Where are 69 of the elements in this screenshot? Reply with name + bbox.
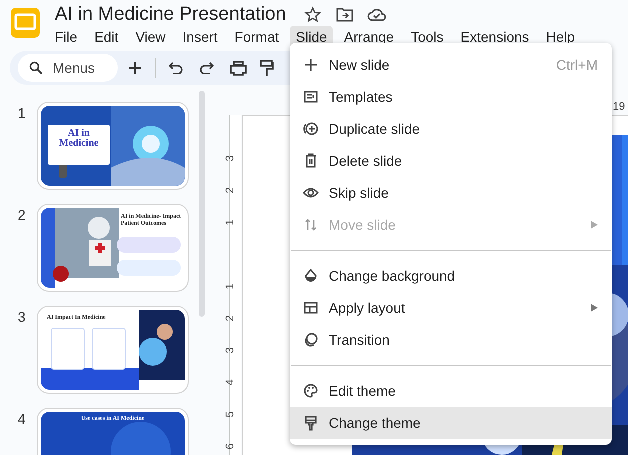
menu-option-label: New slide bbox=[329, 56, 391, 74]
search-field[interactable]: Menus bbox=[18, 54, 118, 82]
slide-number: 4 bbox=[17, 410, 27, 429]
menu-item[interactable]: Insert bbox=[176, 26, 224, 48]
text-card bbox=[117, 260, 181, 276]
ruler-number: 5 bbox=[226, 411, 237, 418]
menu-option-label: Transition bbox=[329, 330, 391, 350]
ruler-number: 1 bbox=[226, 219, 237, 226]
star-icon[interactable] bbox=[304, 6, 322, 24]
slide-number: 3 bbox=[17, 308, 27, 327]
palette-icon bbox=[303, 383, 319, 399]
undo-icon[interactable] bbox=[169, 62, 183, 74]
ruler-number: 4 bbox=[226, 379, 237, 386]
overlapping-circles-icon bbox=[303, 332, 319, 348]
menu-option[interactable]: New slide Ctrl+M bbox=[290, 49, 612, 81]
menu-option-label: Move slide bbox=[329, 216, 397, 234]
text-card bbox=[92, 328, 126, 370]
menu-option[interactable]: Duplicate slide bbox=[290, 113, 612, 145]
document-title[interactable]: AI in Medicine Presentation bbox=[55, 4, 286, 26]
menu-option[interactable]: Delete slide bbox=[290, 145, 612, 177]
menu-option-label: Change background bbox=[329, 266, 456, 286]
menu-option-label: Delete slide bbox=[329, 152, 404, 170]
menu-item[interactable]: Format bbox=[228, 26, 286, 48]
redo-icon[interactable] bbox=[200, 62, 214, 74]
menu-option[interactable]: Skip slide bbox=[290, 177, 612, 209]
cloud-icon[interactable] bbox=[367, 8, 388, 22]
menu-option-label: Apply layout bbox=[329, 298, 406, 318]
ruler-number: 3 bbox=[226, 347, 237, 354]
menu-item[interactable]: Edit bbox=[88, 26, 125, 48]
text-card bbox=[117, 237, 181, 253]
menu-item[interactable]: View bbox=[130, 26, 172, 48]
plus-icon[interactable] bbox=[128, 61, 142, 75]
ruler-number: 2 bbox=[226, 315, 237, 322]
menu-item[interactable]: File bbox=[49, 26, 84, 48]
text-card bbox=[51, 328, 85, 370]
ruler-number: 3 bbox=[226, 155, 237, 162]
drop-icon bbox=[303, 268, 319, 284]
ruler-number: 1 bbox=[226, 283, 237, 290]
ruler-number: 19 bbox=[613, 101, 626, 113]
up-down-arrows-icon bbox=[303, 217, 319, 233]
menu-option-label: Templates bbox=[329, 88, 394, 107]
ruler-number: 6 bbox=[226, 443, 237, 450]
menu-option-label: Change theme bbox=[329, 414, 422, 433]
menu-option[interactable]: Change theme bbox=[290, 407, 612, 439]
print-icon[interactable] bbox=[230, 60, 247, 76]
menu-option[interactable]: Apply layout bbox=[290, 292, 612, 324]
ruler-number: 2 bbox=[226, 187, 237, 194]
menu-option[interactable]: Change background bbox=[290, 260, 612, 292]
layout-card-icon bbox=[303, 89, 319, 105]
scrollbar[interactable] bbox=[199, 91, 205, 317]
plus-icon bbox=[303, 57, 319, 73]
paint-format-icon[interactable] bbox=[260, 60, 274, 76]
search-icon bbox=[28, 60, 44, 76]
menu-option[interactable]: Transition bbox=[290, 324, 612, 356]
duplicate-icon bbox=[303, 121, 319, 137]
menu-option-label: Duplicate slide bbox=[329, 120, 422, 139]
menu-option-label: Skip slide bbox=[329, 184, 390, 203]
slide-number: 1 bbox=[17, 104, 27, 123]
slide-thumbnail[interactable]: AI in Medicine bbox=[37, 102, 189, 190]
slide-title: AI in Medicine bbox=[58, 129, 100, 151]
slide-number: 2 bbox=[17, 206, 27, 225]
paint-roller-icon bbox=[303, 415, 319, 431]
menu-option[interactable]: Edit theme bbox=[290, 375, 612, 407]
menu-option-label: Edit theme bbox=[329, 382, 397, 400]
menu-option[interactable]: Templates bbox=[290, 81, 612, 113]
folder-icon[interactable] bbox=[336, 7, 354, 23]
trash-icon bbox=[303, 153, 319, 169]
layout-icon bbox=[303, 300, 319, 316]
shortcut-label: Ctrl+M bbox=[556, 56, 598, 74]
